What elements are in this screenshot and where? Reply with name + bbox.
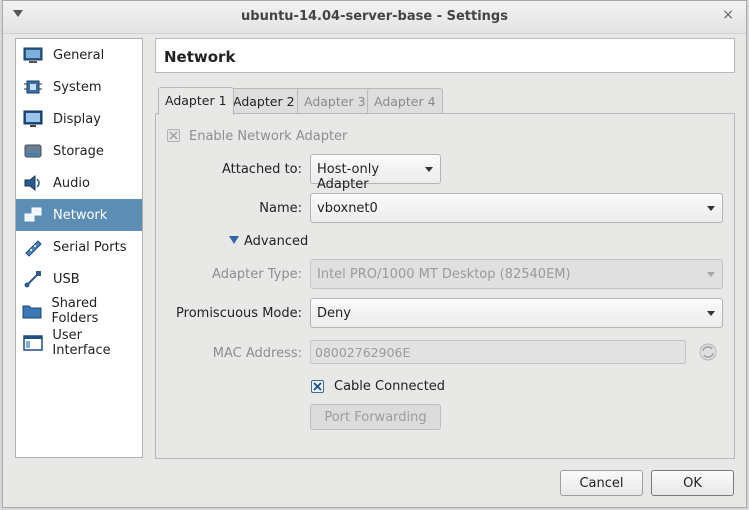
monitor-icon [21, 108, 45, 130]
settings-sidebar: General System Display Storage Audio Net… [15, 38, 143, 458]
tab-adapter-3[interactable]: Adapter 3 [297, 88, 373, 114]
tab-adapter-4[interactable]: Adapter 4 [367, 88, 443, 114]
tab-adapter-2[interactable]: Adapter 2 [226, 88, 302, 114]
promiscuous-mode-label: Promiscuous Mode: [176, 306, 302, 321]
promiscuous-mode-select[interactable]: Deny [310, 298, 723, 328]
advanced-toggle[interactable]: Advanced [244, 234, 308, 249]
cancel-button[interactable]: Cancel [560, 470, 643, 496]
cable-connected-checkbox[interactable] [311, 380, 324, 393]
mac-address-field[interactable]: 08002762906E [310, 340, 686, 364]
storage-icon [21, 140, 45, 162]
adapter-type-value: Intel PRO/1000 MT Desktop (82540EM) [317, 267, 571, 282]
sidebar-item-audio[interactable]: Audio [16, 167, 142, 199]
network-icon [21, 204, 45, 226]
user-interface-icon [21, 332, 44, 354]
name-value: vboxnet0 [317, 201, 378, 216]
general-icon [21, 44, 45, 66]
adapter-type-select[interactable]: Intel PRO/1000 MT Desktop (82540EM) [310, 259, 723, 289]
cable-connected-label: Cable Connected [334, 379, 446, 394]
sidebar-item-system[interactable]: System [16, 71, 142, 103]
serial-port-icon [21, 236, 45, 258]
promiscuous-mode-value: Deny [317, 306, 351, 321]
page-header: Network [155, 38, 735, 73]
enable-adapter-checkbox[interactable] [167, 129, 180, 142]
sidebar-item-general[interactable]: General [16, 39, 142, 71]
refresh-mac-icon[interactable] [697, 341, 719, 363]
enable-adapter-label: Enable Network Adapter [189, 129, 348, 144]
sidebar-item-serial-ports[interactable]: Serial Ports [16, 231, 142, 263]
usb-icon [21, 268, 45, 290]
sidebar-item-label: User Interface [52, 328, 111, 358]
expand-triangle-icon[interactable] [229, 236, 239, 244]
sidebar-item-label: System [53, 79, 102, 95]
name-select[interactable]: vboxnet0 [310, 193, 723, 223]
settings-window: ubuntu-14.04-server-base - Settings × Ge… [2, 0, 747, 508]
mac-address-label: MAC Address: [212, 346, 302, 361]
folder-icon [21, 300, 43, 322]
close-icon[interactable]: × [722, 7, 734, 23]
page-title: Network [164, 48, 236, 66]
sidebar-item-label: Storage [53, 143, 104, 159]
chevron-down-icon [425, 167, 433, 172]
tab-adapter-1[interactable]: Adapter 1 [158, 87, 234, 115]
chip-icon [21, 76, 45, 98]
sidebar-item-usb[interactable]: USB [16, 263, 142, 295]
sidebar-item-user-interface[interactable]: User Interface [16, 327, 142, 359]
ok-button[interactable]: OK [651, 470, 734, 496]
sidebar-item-label: Serial Ports [53, 239, 127, 255]
window-title: ubuntu-14.04-server-base - Settings [241, 9, 508, 24]
check-icon [169, 131, 178, 140]
check-icon [313, 382, 322, 391]
adapter-type-label: Adapter Type: [212, 267, 302, 282]
attached-to-select[interactable]: Host-only Adapter [310, 154, 441, 192]
port-forwarding-button[interactable]: Port Forwarding [310, 404, 441, 430]
title-bar: ubuntu-14.04-server-base - Settings × [3, 1, 746, 34]
sidebar-item-label: USB [53, 271, 80, 287]
sidebar-item-label: Shared Folders [51, 296, 99, 326]
sidebar-item-display[interactable]: Display [16, 103, 142, 135]
sidebar-item-label: Audio [53, 175, 90, 191]
chevron-down-icon [707, 311, 715, 316]
speaker-icon [21, 172, 45, 194]
attached-to-label: Attached to: [221, 162, 302, 177]
name-label: Name: [259, 201, 302, 216]
sidebar-item-storage[interactable]: Storage [16, 135, 142, 167]
sidebar-item-label: Network [53, 207, 108, 223]
sidebar-item-shared-folders[interactable]: Shared Folders [16, 295, 142, 327]
sidebar-item-network[interactable]: Network [16, 199, 142, 231]
mac-address-value: 08002762906E [315, 345, 411, 360]
chevron-down-icon [707, 206, 715, 211]
sidebar-item-label: General [53, 47, 105, 63]
chevron-down-icon [707, 272, 715, 277]
sidebar-item-label: Display [53, 111, 101, 127]
